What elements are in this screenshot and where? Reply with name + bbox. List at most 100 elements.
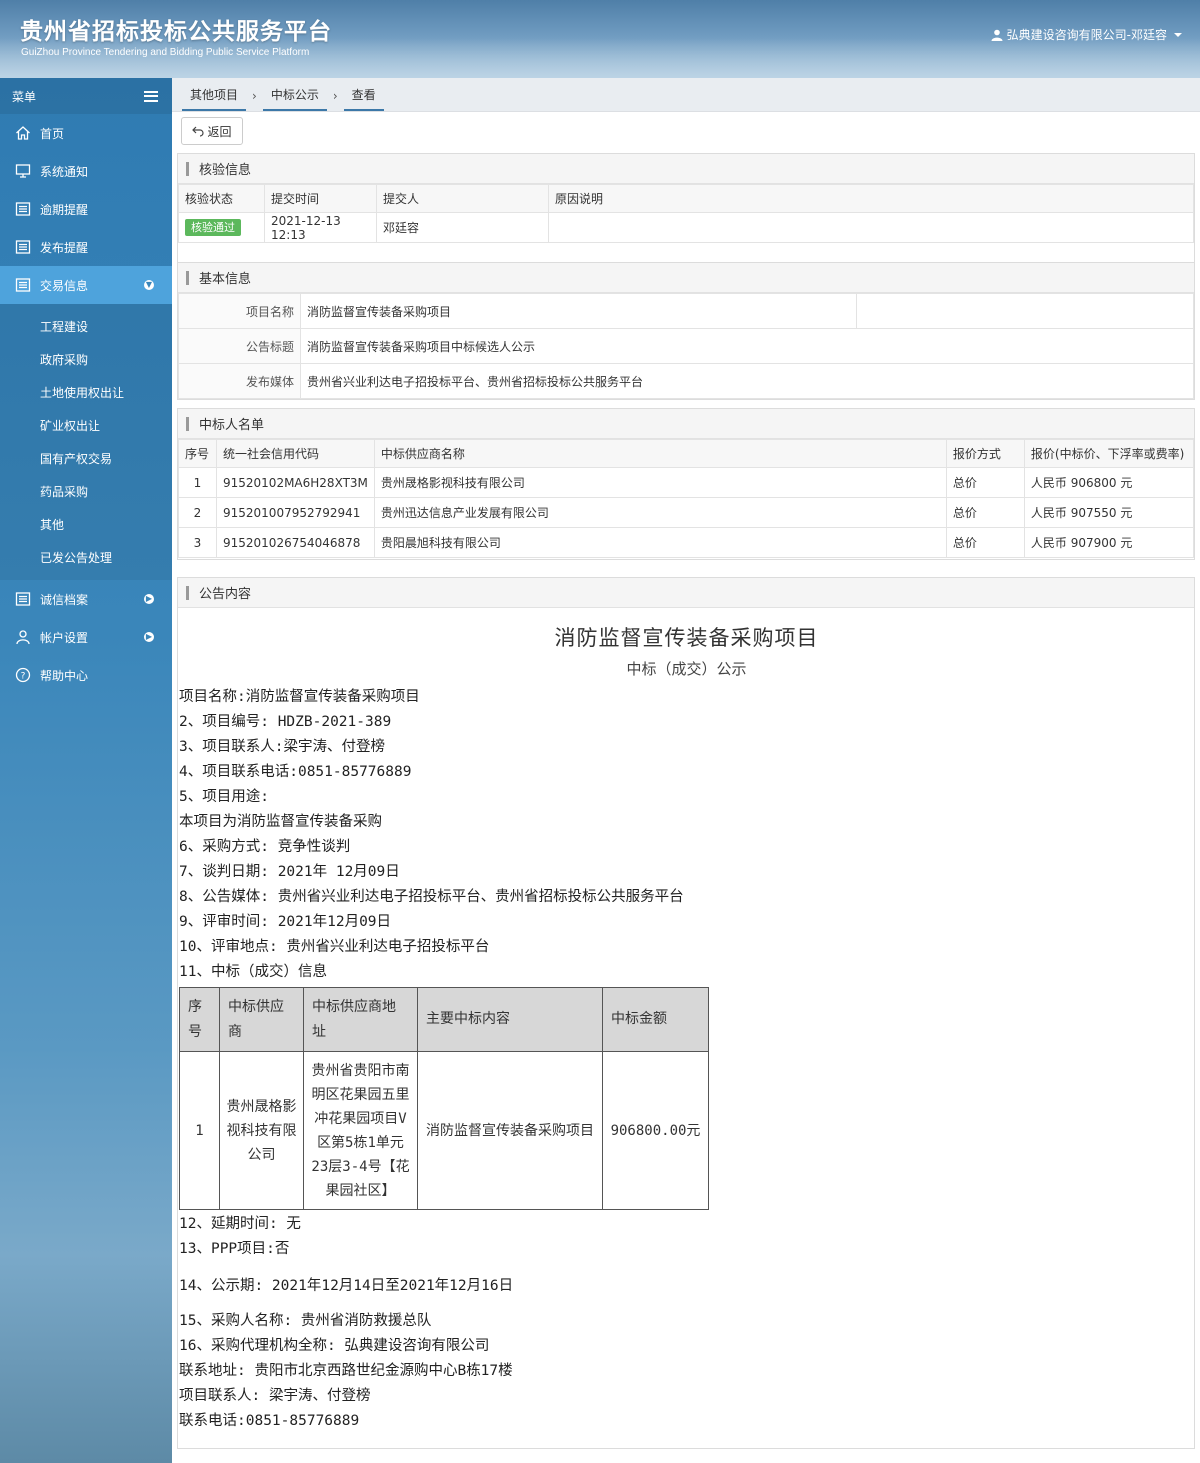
sidebar-subitem[interactable]: 土地使用权出让	[0, 376, 172, 409]
list-icon	[14, 200, 32, 218]
field-label: 项目名称	[178, 293, 301, 329]
table-row: 3 915201026754046878 贵阳晨旭科技有限公司 总价 人民币 9…	[178, 527, 1195, 558]
award-table: 序号 中标供应商 中标供应商地址 主要中标内容 中标金额 1 贵州晟格影视科技有…	[179, 987, 709, 1210]
table-row: 发布媒体 贵州省兴业利达电子招投标平台、贵州省招标投标公共服务平台	[178, 363, 1194, 399]
notice-title: 消防监督宣传装备采购项目中标候选人公示	[300, 328, 1194, 364]
sidebar-item-label: 交易信息	[40, 278, 89, 293]
back-button[interactable]: 返回	[181, 117, 243, 145]
notice-line: 14、公示期: 2021年12月14日至2021年12月16日	[179, 1278, 514, 1294]
hamburger-icon[interactable]	[144, 90, 158, 102]
table-row: 2 915201007952792941 贵州迅达信息产业发展有限公司 总价 人…	[178, 497, 1195, 528]
chevron-right-icon: ▶	[144, 632, 154, 642]
credit-code: 91520102MA6H28XT3M	[216, 467, 375, 498]
sidebar-item-trade[interactable]: 交易信息 ▼	[0, 266, 172, 304]
notice-line: 3、项目联系人:梁宇涛、付登榜	[179, 739, 385, 755]
sidebar-item-help[interactable]: ? 帮助中心	[0, 656, 172, 694]
verify-table: 核验状态 提交时间 提交人 原因说明 核验通过 2021-12-13 12:13…	[178, 184, 1194, 243]
sidebar-item-credit[interactable]: 诚信档案 ▶	[0, 580, 172, 618]
column-header: 核验状态	[178, 184, 265, 213]
sidebar-item-label: 逾期提醒	[40, 202, 89, 217]
breadcrumb-item[interactable]: 其他项目	[182, 86, 247, 111]
table-row: 项目名称 消防监督宣传装备采购项目	[178, 293, 1194, 329]
table-row: 1 贵州晟格影视科技有限公司 贵州省贵阳市南明区花果园五里冲花果园项目V区第5栋…	[179, 1051, 709, 1210]
notice-line: 本项目为消防监督宣传装备采购	[179, 814, 382, 830]
column-header: 序号	[178, 439, 217, 468]
supplier-name: 贵阳晨旭科技有限公司	[373, 527, 947, 558]
column-header: 报价方式	[945, 439, 1025, 468]
basic-info-table: 项目名称 消防监督宣传装备采购项目 公告标题 消防监督宣传装备采购项目中标候选人…	[178, 293, 1194, 399]
sidebar-item-notice[interactable]: 系统通知	[0, 152, 172, 190]
sidebar-subitem[interactable]: 政府采购	[0, 343, 172, 376]
column-header: 报价(中标价、下浮率或费率)	[1023, 439, 1195, 468]
credit-code: 915201026754046878	[216, 527, 375, 558]
notice-line: 8、公告媒体: 贵州省兴业利达电子招投标平台、贵州省招标投标公共服务平台	[179, 889, 684, 905]
award-content: 消防监督宣传装备采购项目	[417, 1051, 603, 1210]
publish-media: 贵州省兴业利达电子招投标平台、贵州省招标投标公共服务平台	[300, 363, 1194, 399]
help-icon: ?	[14, 666, 32, 684]
column-header: 提交时间	[264, 184, 377, 213]
breadcrumb-item[interactable]: 查看	[343, 86, 384, 111]
sidebar-item-home[interactable]: 首页	[0, 114, 172, 152]
sidebar-subitem[interactable]: 矿业权出让	[0, 409, 172, 442]
sidebar-subitem[interactable]: 其他	[0, 508, 172, 541]
sidebar-item-overdue[interactable]: 逾期提醒	[0, 190, 172, 228]
notice-line: 12、延期时间: 无	[179, 1216, 301, 1232]
monitor-icon	[14, 162, 32, 180]
notice-line: 16、采购代理机构全称: 弘典建设咨询有限公司	[179, 1338, 490, 1354]
panel-header: 中标人名单	[178, 409, 1194, 439]
menu-label: 菜单	[12, 89, 37, 104]
sidebar-item-label: 诚信档案	[40, 592, 89, 607]
home-icon	[14, 124, 32, 142]
sidebar-item-label: 发布提醒	[40, 240, 89, 255]
list-icon	[14, 238, 32, 256]
winners-table: 序号 统一社会信用代码 中标供应商名称 报价方式 报价(中标价、下浮率或费率) …	[178, 439, 1195, 558]
notice-line: 10、评审地点: 贵州省兴业利达电子招投标平台	[179, 939, 490, 955]
sidebar-subitem[interactable]: 国有产权交易	[0, 442, 172, 475]
notice-line: 7、谈判日期: 2021年 12月09日	[179, 864, 400, 880]
sidebar-item-label: 首页	[40, 126, 65, 141]
document-title: 消防监督宣传装备采购项目	[554, 626, 819, 650]
notice-line: 13、PPP项目:否	[179, 1241, 290, 1257]
sidebar-item-label: 帐户设置	[40, 630, 89, 645]
sidebar-item-account[interactable]: 帐户设置 ▶	[0, 618, 172, 656]
column-header: 中标供应商	[219, 987, 304, 1052]
notice-lines: 项目名称:消防监督宣传装备采购项目 2、项目编号: HDZB-2021-389 3、…	[179, 685, 1194, 985]
quote-method: 总价	[945, 497, 1025, 528]
column-header: 提交人	[376, 184, 549, 213]
user-icon	[991, 29, 1003, 41]
site-header: 贵州省招标投标公共服务平台 GuiZhou Province Tendering…	[0, 0, 1200, 78]
row-index: 2	[178, 497, 217, 528]
user-name: 弘典建设咨询有限公司-邓廷容	[1006, 28, 1167, 42]
panel-header: 基本信息	[178, 263, 1194, 293]
field-label: 发布媒体	[178, 363, 301, 399]
panel-title: 基本信息	[199, 272, 252, 287]
column-header: 原因说明	[548, 184, 1194, 213]
panel-title: 中标人名单	[199, 418, 265, 433]
quote-price: 人民币 907900 元	[1023, 527, 1195, 558]
table-row: 1 91520102MA6H28XT3M 贵州晟格影视科技有限公司 总价 人民币…	[178, 467, 1195, 498]
menu-header: 菜单	[0, 78, 172, 114]
breadcrumb-item[interactable]: 中标公示	[262, 86, 327, 111]
chevron-down-icon: ▼	[144, 280, 154, 290]
supplier-name: 贵州迅达信息产业发展有限公司	[373, 497, 947, 528]
breadcrumb-separator: ›	[252, 89, 257, 103]
submit-time: 2021-12-13 12:13	[264, 212, 377, 243]
table-row: 核验通过 2021-12-13 12:13 邓廷容	[178, 212, 1194, 243]
panel-title: 公告内容	[199, 587, 252, 602]
document-subtitle: 中标（成交）公示	[626, 660, 747, 678]
main-content: 其他项目 › 中标公示 › 查看 返回 核验信息 核验状态 提交时间 提交人 原…	[172, 78, 1200, 1463]
status-badge: 核验通过	[185, 219, 241, 236]
sidebar-item-label: 系统通知	[40, 164, 89, 179]
sidebar-subitem[interactable]: 工程建设	[0, 310, 172, 343]
user-menu[interactable]: 弘典建设咨询有限公司-邓廷容	[991, 26, 1182, 43]
reason	[548, 212, 1194, 243]
column-header: 中标供应商地址	[303, 987, 418, 1052]
notice-lines: 15、采购人名称: 贵州省消防救援总队 16、采购代理机构全称: 弘典建设咨询有限…	[179, 1309, 1194, 1434]
row-index: 1	[178, 467, 217, 498]
sidebar-subitem[interactable]: 已发公告处理	[0, 541, 172, 574]
sidebar-subitem[interactable]: 药品采购	[0, 475, 172, 508]
chevron-right-icon: ▶	[144, 594, 154, 604]
caret-down-icon	[1174, 32, 1182, 37]
sidebar-item-publish[interactable]: 发布提醒	[0, 228, 172, 266]
basic-info-panel: 基本信息 项目名称 消防监督宣传装备采购项目 公告标题 消防监督宣传装备采购项目…	[177, 262, 1195, 400]
